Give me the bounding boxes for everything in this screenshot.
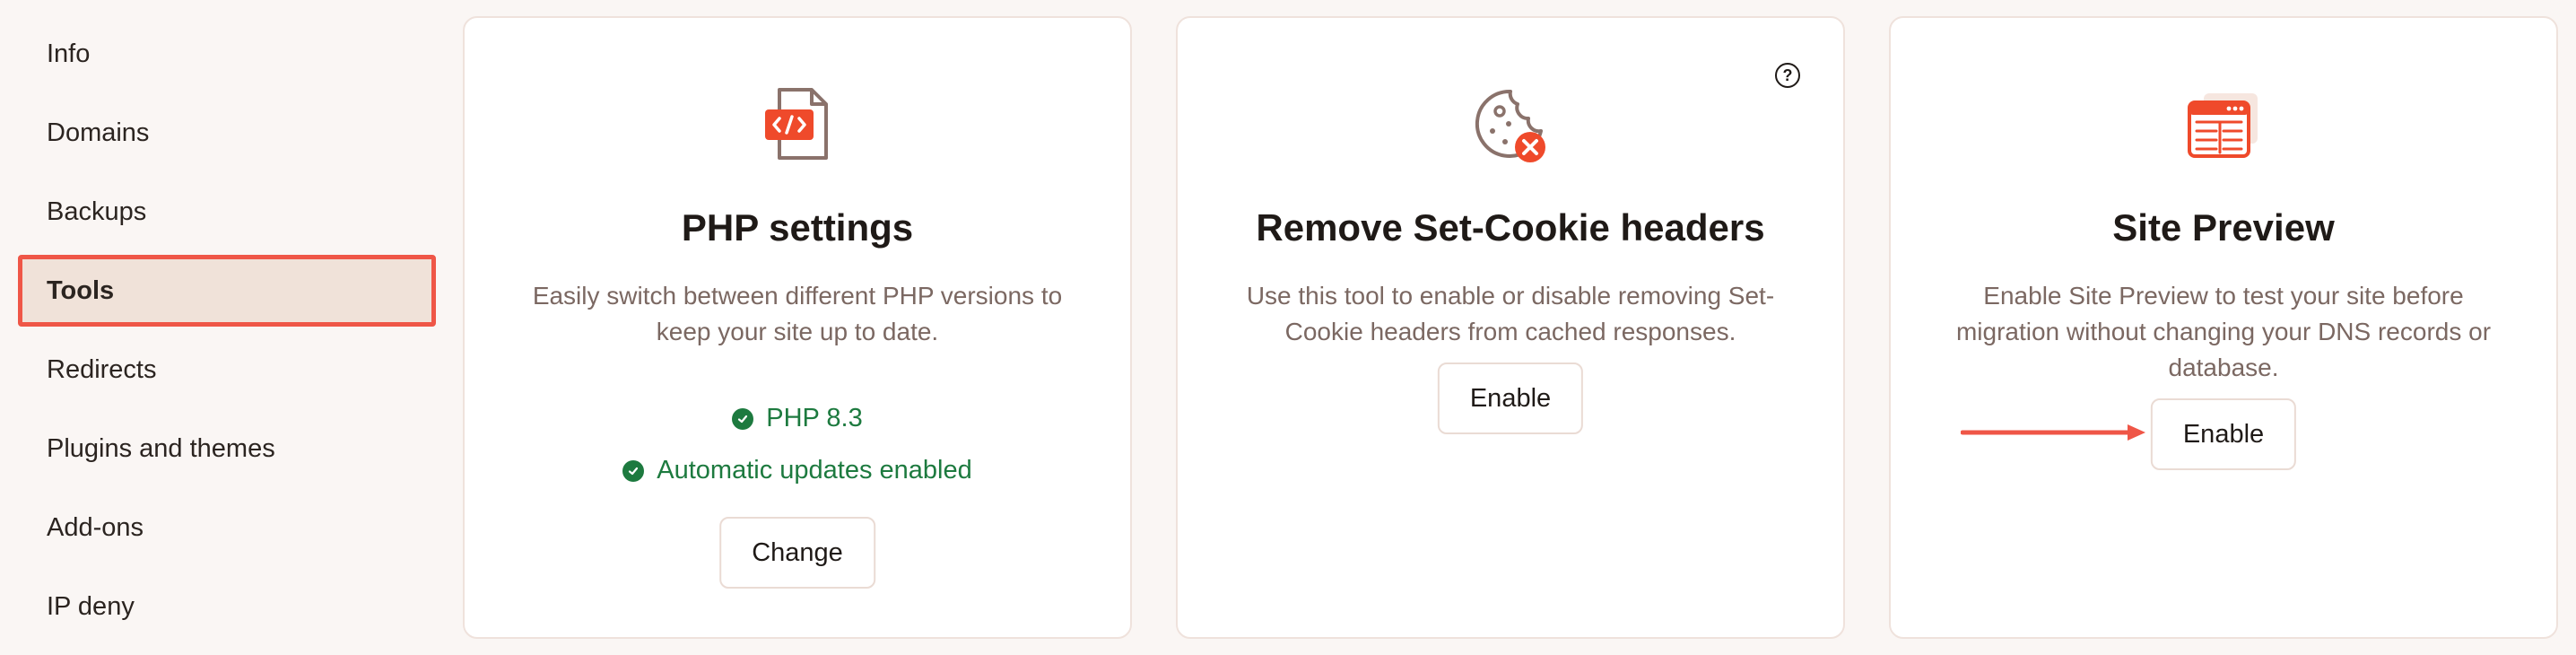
sidebar-item-tools[interactable]: Tools [18, 255, 436, 327]
sidebar-item-label: Domains [47, 118, 150, 147]
site-preview-window-icon [2188, 93, 2258, 158]
sidebar-nav: Info Domains Backups Tools Redirects Plu… [0, 0, 448, 655]
sidebar-item-label: Plugins and themes [47, 433, 275, 463]
sidebar-item-label: IP deny [47, 591, 135, 621]
sidebar-item-redirects[interactable]: Redirects [18, 334, 436, 406]
remove-set-cookie-card: ? Remove Set-Cookie headers Use this too… [1176, 16, 1845, 639]
sidebar-item-label: Tools [47, 275, 115, 305]
cookie-remove-icon [1475, 89, 1545, 162]
site-preview-card: Site Preview Enable Site Preview to test… [1889, 16, 2558, 639]
php-code-file-icon [765, 88, 828, 160]
sidebar-item-backups[interactable]: Backups [18, 176, 436, 248]
sidebar-item-label: Redirects [47, 354, 157, 384]
card-title: PHP settings [681, 206, 914, 249]
check-circle-icon [732, 407, 754, 430]
sidebar-item-label: Add-ons [47, 512, 144, 542]
sidebar-item-info[interactable]: Info [18, 18, 436, 90]
sidebar-item-label: Backups [47, 196, 147, 226]
change-php-button[interactable]: Change [719, 517, 875, 589]
check-circle-icon [622, 459, 645, 482]
sidebar-item-domains[interactable]: Domains [18, 97, 436, 169]
php-settings-card: PHP settings Easily switch between diffe… [463, 16, 1132, 639]
php-version-status: PHP 8.3 [465, 404, 1130, 433]
card-description: Use this tool to enable or disable remov… [1246, 282, 1775, 345]
card-description: Easily switch between different PHP vers… [532, 282, 1063, 345]
sidebar-item-label: Info [47, 39, 91, 68]
enable-cookie-removal-button[interactable]: Enable [1437, 362, 1584, 434]
sidebar-item-ip-deny[interactable]: IP deny [18, 571, 436, 642]
card-description: Enable Site Preview to test your site be… [1955, 282, 2492, 381]
sidebar-item-add-ons[interactable]: Add-ons [18, 492, 436, 563]
arrow-right-icon [1961, 424, 2145, 441]
tools-page: Info Domains Backups Tools Redirects Plu… [0, 0, 2576, 655]
auto-updates-status: Automatic updates enabled [465, 456, 1130, 485]
status-text: PHP 8.3 [766, 404, 863, 432]
card-title: Site Preview [2112, 206, 2335, 249]
card-title: Remove Set-Cookie headers [1256, 206, 1765, 249]
enable-site-preview-button[interactable]: Enable [2150, 398, 2297, 470]
status-text: Automatic updates enabled [657, 456, 972, 485]
sidebar-item-plugins-and-themes[interactable]: Plugins and themes [18, 413, 436, 485]
help-circle-icon[interactable]: ? [1775, 63, 1800, 88]
